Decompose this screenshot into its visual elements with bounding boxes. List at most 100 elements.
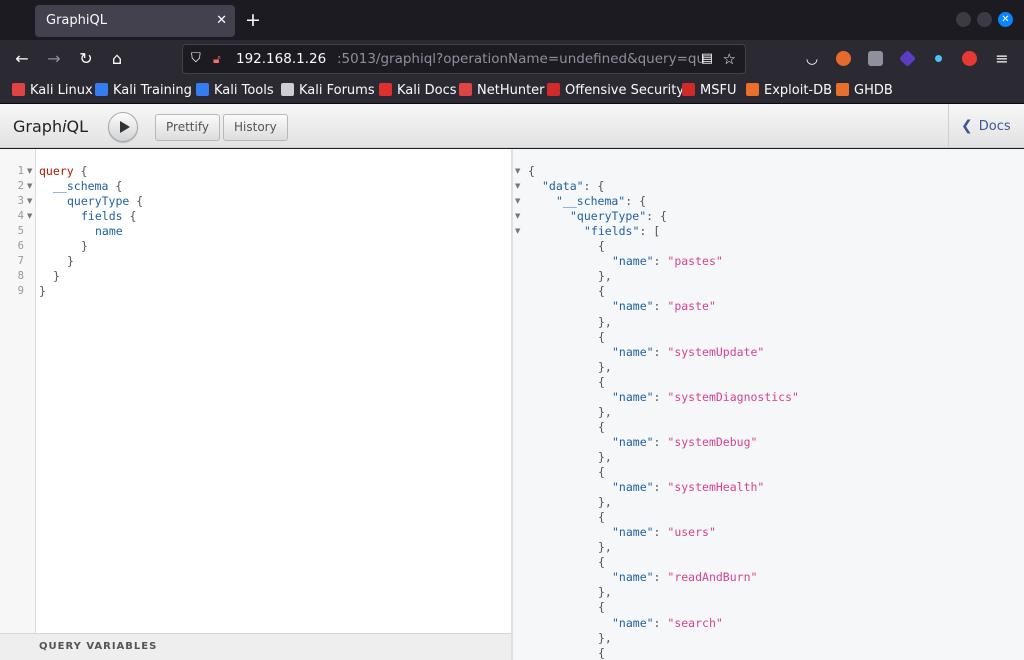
tab-graphiql[interactable]: GraphiQL ✕ bbox=[35, 5, 235, 37]
extension-red-icon[interactable] bbox=[962, 51, 977, 66]
tab-title: GraphiQL bbox=[46, 13, 107, 28]
minimize-button[interactable] bbox=[956, 12, 971, 27]
code-token: { bbox=[122, 209, 137, 223]
fold-arrow-icon[interactable]: ▼ bbox=[515, 209, 520, 224]
maximize-button[interactable] bbox=[977, 12, 992, 27]
result-punct: }, bbox=[598, 269, 612, 284]
result-line: "queryType": { bbox=[570, 209, 667, 224]
result-line: { bbox=[598, 555, 605, 570]
bookmark-label: Kali Tools bbox=[214, 83, 274, 98]
result-punct: { bbox=[598, 239, 605, 254]
result-key: "__schema" bbox=[556, 194, 626, 209]
bookmark-item[interactable]: Kali Docs bbox=[379, 81, 457, 101]
fold-arrow-icon[interactable]: ▼ bbox=[27, 179, 32, 194]
new-tab-button[interactable]: + bbox=[245, 9, 261, 31]
bookmark-item[interactable]: Kali Training bbox=[95, 81, 192, 101]
result-line: { bbox=[598, 646, 605, 660]
result-punct: : bbox=[653, 480, 668, 495]
extension-purple-icon[interactable] bbox=[899, 50, 916, 67]
bookmark-item[interactable]: Kali Forums bbox=[281, 81, 375, 101]
fold-arrow-icon[interactable]: ▼ bbox=[27, 194, 32, 209]
fold-arrow-icon[interactable]: ▼ bbox=[27, 209, 32, 224]
shield-icon[interactable]: ⛉ bbox=[191, 51, 205, 67]
bookmark-label: MSFU bbox=[700, 83, 737, 98]
reload-icon[interactable]: ↻ bbox=[75, 48, 97, 70]
tab-close-icon[interactable]: ✕ bbox=[216, 5, 227, 37]
result-punct: }, bbox=[598, 540, 612, 555]
extension-spy-icon[interactable] bbox=[868, 51, 883, 66]
line-number: 8 bbox=[17, 270, 24, 282]
result-line: { bbox=[598, 239, 605, 254]
forward-arrow-icon[interactable]: → bbox=[43, 48, 65, 70]
result-line: "__schema": { bbox=[556, 194, 646, 209]
history-button[interactable]: History bbox=[223, 114, 288, 141]
bookmark-favicon-icon bbox=[682, 83, 695, 96]
extension-star-icon[interactable] bbox=[931, 51, 946, 66]
bookmark-label: Kali Forums bbox=[299, 83, 375, 98]
bookmark-item[interactable]: NetHunter bbox=[459, 81, 545, 101]
result-key: "name" bbox=[612, 615, 654, 630]
chevron-left-icon: ❮ bbox=[961, 118, 973, 134]
fold-arrow-icon[interactable]: ▼ bbox=[515, 194, 520, 209]
browser-window: GraphiQL ✕ + ✕ ← → ↻ ⌂ ⛉ 🔓︎ 192.168.1.26… bbox=[0, 0, 1024, 660]
bookmark-item[interactable]: Offensive Security bbox=[547, 81, 684, 101]
bookmark-item[interactable]: MSFU bbox=[682, 81, 736, 101]
result-string: "readAndBurn" bbox=[667, 570, 758, 585]
result-punct: : bbox=[653, 254, 668, 269]
code-token: { bbox=[108, 179, 123, 193]
reader-view-icon[interactable]: ▤ bbox=[701, 51, 713, 66]
result-punct: : { bbox=[625, 194, 647, 209]
code-token: __schema bbox=[53, 179, 109, 193]
bookmark-item[interactable]: Exploit-DB bbox=[746, 81, 832, 101]
docs-button[interactable]: ❮ Docs bbox=[948, 104, 1024, 148]
graphiql-toolbar: GraphiQL Prettify History ❮ Docs bbox=[0, 104, 1024, 148]
result-key: "name" bbox=[612, 389, 654, 404]
code-line: } bbox=[81, 239, 88, 254]
result-key: "fields" bbox=[584, 224, 640, 239]
bookmark-favicon-icon bbox=[196, 83, 209, 96]
result-punct: : bbox=[653, 570, 668, 585]
url-bar[interactable]: ⛉ 🔓︎ 192.168.1.26 :5013/graphiql?operati… bbox=[182, 44, 746, 74]
result-string: "systemDiagnostics" bbox=[667, 389, 799, 404]
result-line: { bbox=[528, 164, 535, 179]
prettify-button[interactable]: Prettify bbox=[155, 114, 220, 141]
code-line: name bbox=[95, 224, 123, 239]
back-arrow-icon[interactable]: ← bbox=[11, 48, 33, 70]
menu-hamburger-icon[interactable]: ≡ bbox=[991, 48, 1013, 70]
result-line: }, bbox=[598, 540, 612, 555]
query-editor[interactable]: 1 ▼ 2 ▼ 3 ▼ 4 ▼ 5 6 7 8 9 QUERY VARIABLES query {__s… bbox=[0, 149, 512, 660]
result-line: }, bbox=[598, 360, 612, 375]
fold-arrow-icon[interactable]: ▼ bbox=[515, 224, 520, 239]
pocket-icon[interactable]: ◡ bbox=[801, 48, 823, 70]
bookmark-item[interactable]: Kali Tools bbox=[196, 81, 274, 101]
result-line: "name": "systemUpdate" bbox=[612, 345, 764, 360]
code-line: } bbox=[67, 254, 74, 269]
home-icon[interactable]: ⌂ bbox=[106, 48, 128, 70]
line-number: 2 bbox=[17, 180, 24, 192]
bookmark-item[interactable]: GHDB bbox=[836, 81, 893, 101]
result-punct: : bbox=[653, 389, 668, 404]
bookmark-item[interactable]: Kali Linux bbox=[12, 81, 93, 101]
execute-query-button[interactable] bbox=[108, 112, 138, 142]
query-variables-bar[interactable]: QUERY VARIABLES bbox=[0, 633, 512, 660]
fold-arrow-icon[interactable]: ▼ bbox=[27, 164, 32, 179]
window-close-button[interactable]: ✕ bbox=[998, 12, 1013, 27]
bookmark-star-icon[interactable]: ☆ bbox=[723, 50, 736, 68]
fold-arrow-icon[interactable]: ▼ bbox=[515, 164, 520, 179]
result-punct: { bbox=[598, 284, 605, 299]
result-key: "data" bbox=[542, 179, 584, 194]
bookmark-label: GHDB bbox=[854, 83, 893, 98]
result-key: "name" bbox=[612, 344, 654, 359]
fold-arrow-icon[interactable]: ▼ bbox=[515, 179, 520, 194]
result-key: "name" bbox=[612, 434, 654, 449]
url-host: 192.168.1.26 bbox=[236, 51, 327, 67]
extension-fox-icon[interactable] bbox=[836, 51, 851, 66]
line-number: 1 bbox=[17, 165, 24, 177]
result-line: }, bbox=[598, 631, 612, 646]
result-line: { bbox=[598, 375, 605, 390]
result-line: { bbox=[598, 420, 605, 435]
result-punct: }, bbox=[598, 585, 612, 600]
insecure-lock-icon[interactable]: 🔓︎ bbox=[213, 51, 227, 67]
bookmark-favicon-icon bbox=[459, 83, 472, 96]
result-punct: : { bbox=[646, 209, 667, 224]
